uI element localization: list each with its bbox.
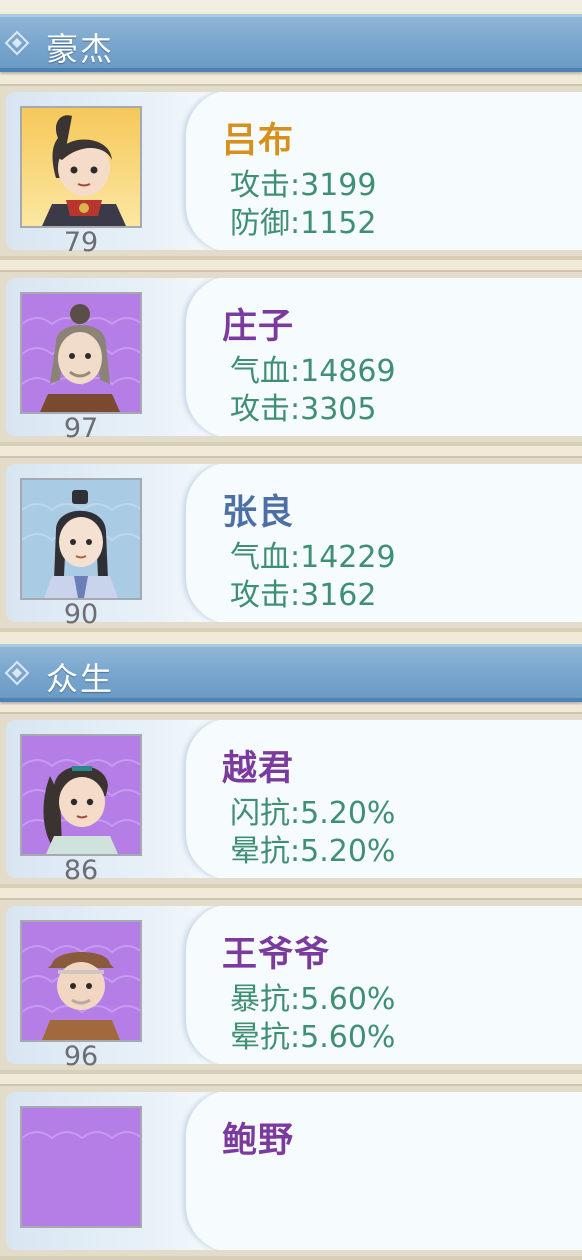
diamond-ornament-icon — [4, 660, 30, 686]
section-title: 众生 — [46, 660, 115, 698]
hero-level: 90 — [63, 599, 99, 630]
hero-stat-2: 晕抗:5.60% — [230, 1020, 396, 1055]
top-strip — [0, 0, 582, 12]
hero-level: 86 — [63, 855, 99, 886]
hero-level: 79 — [63, 227, 99, 258]
hero-name: 庄子 — [222, 307, 295, 347]
hero-name: 吕布 — [222, 121, 295, 161]
hero-name: 王爷爷 — [222, 935, 331, 975]
hero-avatar[interactable] — [20, 478, 142, 600]
hero-card-yuejun[interactable]: 86 越君 闪抗:5.20% 晕抗:5.20% — [0, 712, 582, 888]
hero-avatar[interactable] — [20, 106, 142, 228]
hero-card-zhuangzi[interactable]: 97 庄子 气血:14869 攻击:3305 — [0, 270, 582, 446]
hero-card-baoye[interactable]: 鲍野 — [0, 1084, 582, 1260]
hero-name: 越君 — [222, 749, 295, 789]
hero-level: 97 — [63, 413, 99, 444]
hero-stat-2: 防御:1152 — [230, 206, 377, 241]
hero-card-zhangliang[interactable]: 90 张良 气血:14229 攻击:3162 — [0, 456, 582, 632]
section-title: 豪杰 — [46, 30, 115, 68]
diamond-ornament-icon — [4, 30, 30, 56]
section-header-haojie: 豪杰 — [0, 14, 582, 72]
hero-avatar[interactable] — [20, 734, 142, 856]
hero-card-wangyeye[interactable]: 96 王爷爷 暴抗:5.60% 晕抗:5.60% — [0, 898, 582, 1074]
hero-avatar[interactable] — [20, 292, 142, 414]
hero-card-lvbu[interactable]: 79 吕布 攻击:3199 防御:1152 — [0, 84, 582, 260]
section-header-zhongsheng: 众生 — [0, 644, 582, 702]
hero-stat-2: 晕抗:5.20% — [230, 834, 396, 869]
hero-name: 鲍野 — [222, 1121, 295, 1161]
hero-avatar[interactable] — [20, 1106, 142, 1228]
hero-level: 96 — [63, 1041, 99, 1072]
hero-stat-2: 攻击:3162 — [230, 578, 377, 613]
hero-avatar[interactable] — [20, 920, 142, 1042]
hero-stat-2: 攻击:3305 — [230, 392, 377, 427]
hero-name: 张良 — [222, 493, 295, 533]
